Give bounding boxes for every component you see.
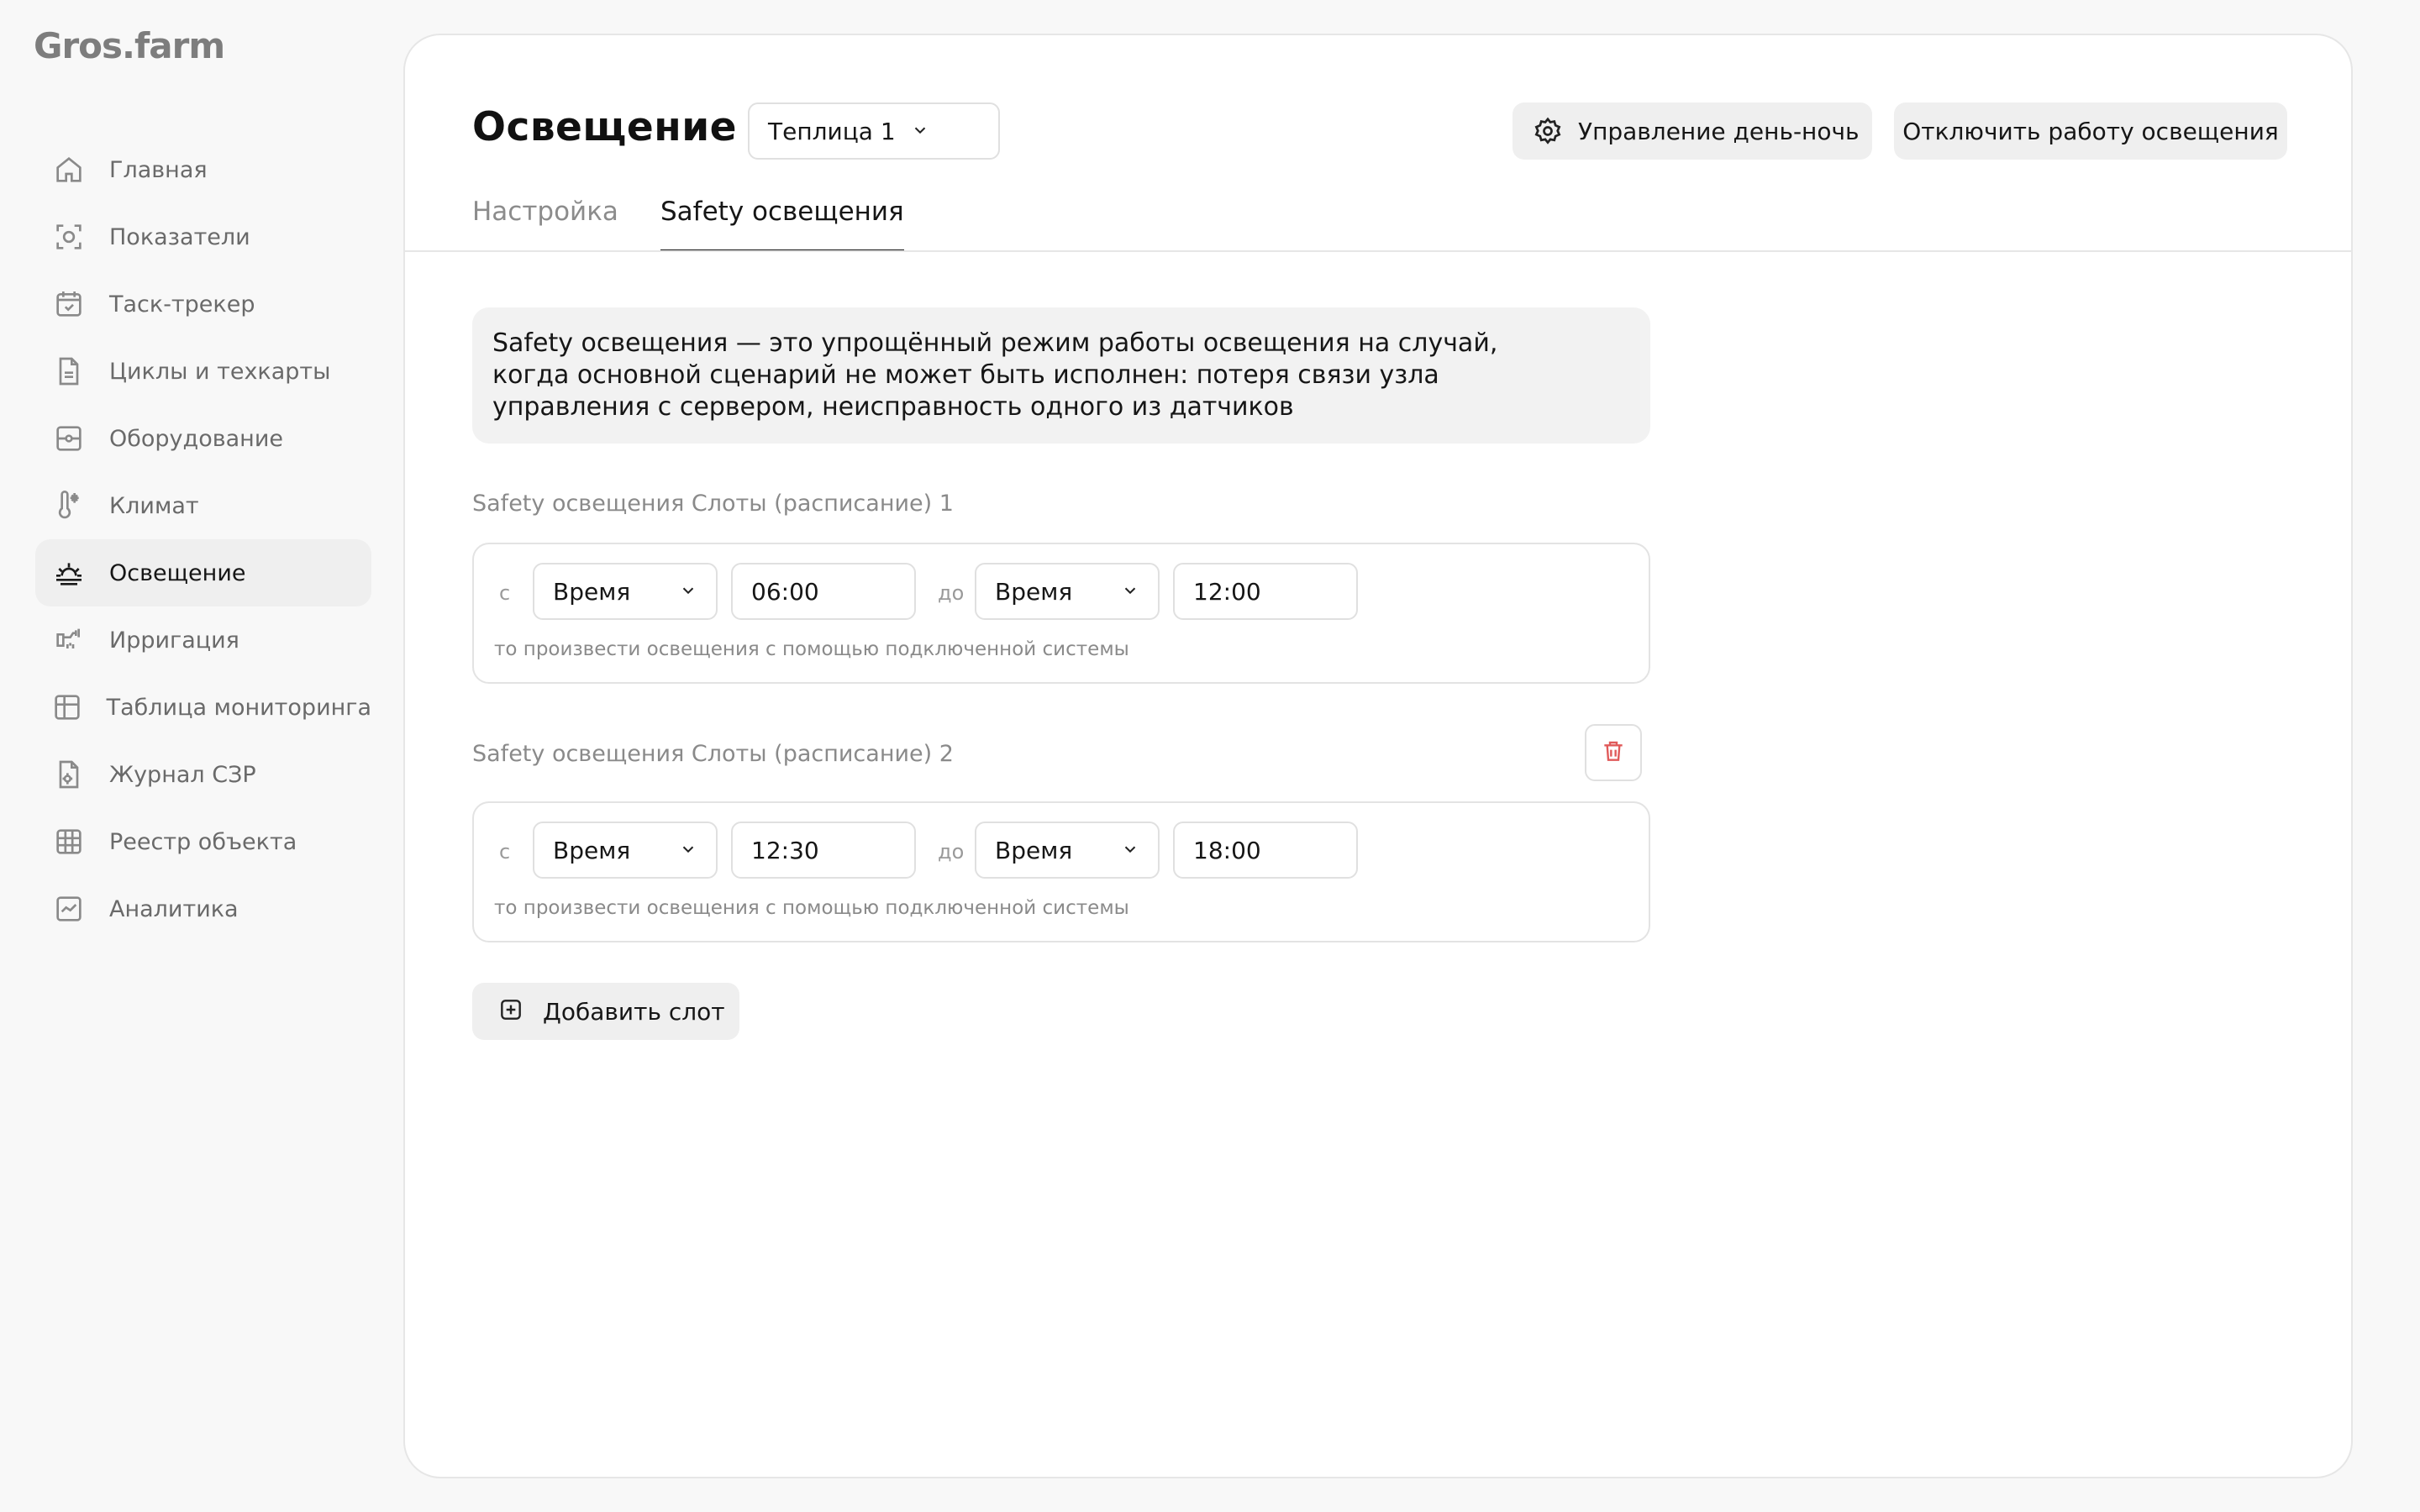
sidebar-item-climate[interactable]: Климат: [35, 472, 371, 539]
sidebar-item-task-tracker[interactable]: Таск-трекер: [35, 270, 371, 338]
sidebar-item-equipment[interactable]: Оборудование: [35, 405, 371, 472]
sidebar-item-label: Оборудование: [109, 425, 283, 452]
safety-info-box: Safety освещения — это упрощённый режим …: [472, 307, 1650, 444]
sidebar-item-label: Циклы и техкарты: [109, 358, 331, 385]
plus-square-icon: [497, 996, 528, 1026]
info-line: Safety освещения — это упрощённый режим …: [492, 328, 1498, 358]
from-type-select[interactable]: Время: [533, 563, 718, 620]
sidebar-nav: Главная Показатели Таск-трекер Циклы и т…: [35, 136, 371, 942]
calendar-check-icon: [49, 284, 89, 324]
greenhouse-select[interactable]: Теплица 1: [748, 102, 1000, 160]
slot-title: Safety освещения Слоты (расписание) 2: [472, 741, 954, 767]
slot-title: Safety освещения Слоты (расписание) 1: [472, 491, 954, 517]
to-label: до: [938, 581, 965, 605]
from-time-input[interactable]: [731, 563, 916, 620]
main-panel: Освещение Теплица 1 Управление день-ночь…: [403, 34, 2353, 1478]
slot-hint: то произвести освещения с помощью подклю…: [494, 638, 1129, 660]
chevron-down-icon: [1121, 837, 1139, 864]
sidebar-item-label: Таблица мониторинга: [106, 694, 371, 721]
tab-settings[interactable]: Настройка: [472, 197, 618, 252]
document-icon: [49, 351, 89, 391]
thermometer-snow-icon: [49, 486, 89, 526]
to-type-value: Время: [995, 577, 1073, 606]
tab-safety-lighting[interactable]: Safety освещения: [660, 197, 904, 252]
slot-hint: то произвести освещения с помощью подклю…: [494, 897, 1129, 919]
chevron-down-icon: [679, 837, 697, 864]
sidebar-item-cycles[interactable]: Циклы и техкарты: [35, 338, 371, 405]
journal-icon: [49, 754, 89, 795]
daynight-button-label: Управление день-ночь: [1578, 117, 1860, 145]
from-type-select[interactable]: Время: [533, 822, 718, 879]
from-label: с: [499, 581, 511, 605]
to-time-input[interactable]: [1173, 822, 1358, 879]
disable-lighting-button[interactable]: Отключить работу освещения: [1894, 102, 2287, 160]
app-logo: Gros.farm: [34, 25, 225, 66]
table-icon: [49, 687, 87, 727]
page-title: Освещение: [472, 104, 738, 150]
to-label: до: [938, 840, 965, 864]
chevron-down-icon: [911, 118, 929, 145]
trash-icon: [1600, 738, 1627, 768]
sidebar-item-label: Климат: [109, 492, 199, 519]
chart-icon: [49, 889, 89, 929]
slot-card: с Время до Время то произвести освещения…: [472, 801, 1650, 942]
from-time-input[interactable]: [731, 822, 916, 879]
add-slot-label: Добавить слот: [543, 997, 725, 1026]
chevron-down-icon: [1121, 578, 1139, 606]
sidebar-item-irrigation[interactable]: Ирригация: [35, 606, 371, 674]
info-line: управления с сервером, неисправность одн…: [492, 392, 1294, 422]
to-type-select[interactable]: Время: [975, 563, 1160, 620]
info-line: когда основной сценарий не может быть ис…: [492, 360, 1439, 390]
sidebar-item-lighting[interactable]: Освещение: [35, 539, 371, 606]
add-slot-button[interactable]: Добавить слот: [472, 983, 739, 1040]
sunrise-icon: [49, 553, 89, 593]
from-label: с: [499, 840, 511, 864]
to-type-value: Время: [995, 836, 1073, 864]
irrigation-icon: [49, 620, 89, 660]
sidebar-item-label: Показатели: [109, 223, 250, 250]
sidebar-item-label: Реестр объекта: [109, 828, 297, 855]
gear-icon: [1533, 116, 1563, 146]
indicators-icon: [49, 217, 89, 257]
sidebar-item-monitoring-table[interactable]: Таблица мониторинга: [35, 674, 371, 741]
sidebar-item-analytics[interactable]: Аналитика: [35, 875, 371, 942]
home-icon: [49, 150, 89, 190]
sidebar-item-indicators[interactable]: Показатели: [35, 203, 371, 270]
grid-icon: [49, 822, 89, 862]
equipment-icon: [49, 418, 89, 459]
chevron-down-icon: [679, 578, 697, 606]
slot-card: с Время до Время то произвести освещения…: [472, 543, 1650, 684]
delete-slot-button[interactable]: [1585, 724, 1642, 781]
sidebar-item-label: Аналитика: [109, 895, 239, 922]
sidebar-item-label: Таск-трекер: [109, 291, 255, 318]
tabs-divider: [405, 250, 2351, 252]
sidebar-item-label: Ирригация: [109, 627, 239, 654]
sidebar-item-home[interactable]: Главная: [35, 136, 371, 203]
sidebar-item-szr-journal[interactable]: Журнал СЗР: [35, 741, 371, 808]
sidebar-item-label: Главная: [109, 156, 208, 183]
from-type-value: Время: [553, 577, 631, 606]
daynight-control-button[interactable]: Управление день-ночь: [1512, 102, 1872, 160]
sidebar-item-label: Освещение: [109, 559, 246, 586]
sidebar-item-object-registry[interactable]: Реестр объекта: [35, 808, 371, 875]
greenhouse-select-value: Теплица 1: [768, 117, 896, 145]
sidebar-item-label: Журнал СЗР: [109, 761, 256, 788]
to-time-input[interactable]: [1173, 563, 1358, 620]
to-type-select[interactable]: Время: [975, 822, 1160, 879]
from-type-value: Время: [553, 836, 631, 864]
